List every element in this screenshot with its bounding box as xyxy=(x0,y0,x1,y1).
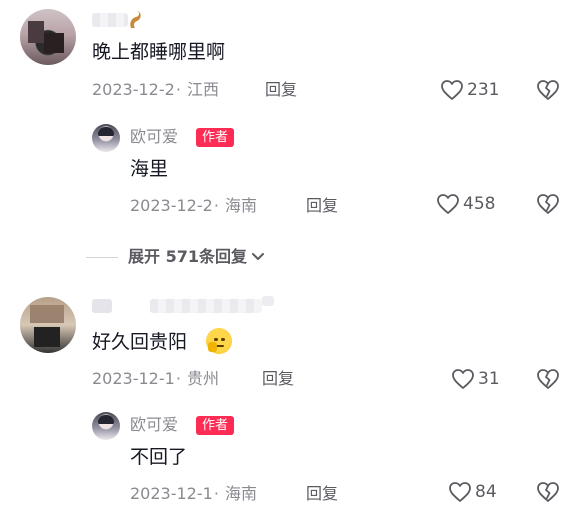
heart-outline-icon xyxy=(437,194,459,214)
reply-button[interactable]: 回复 xyxy=(306,484,338,504)
like-button[interactable]: 231 xyxy=(440,79,499,101)
dislike-button[interactable] xyxy=(536,79,560,101)
username-suffix-icon xyxy=(130,11,141,28)
reply-date: 2023-12-1 xyxy=(130,484,213,503)
reply-text: 海里 xyxy=(130,158,169,180)
commenter-avatar[interactable] xyxy=(20,9,76,65)
like-button[interactable]: 458 xyxy=(436,193,495,215)
broken-heart-icon xyxy=(537,80,559,100)
author-avatar[interactable] xyxy=(92,124,120,152)
like-count: 84 xyxy=(475,482,497,502)
author-avatar[interactable] xyxy=(92,412,120,440)
dislike-button[interactable] xyxy=(536,368,560,390)
reply-button[interactable]: 回复 xyxy=(306,196,338,216)
broken-heart-icon xyxy=(537,482,559,502)
thinking-face-emoji xyxy=(206,328,232,354)
reply-button[interactable]: 回复 xyxy=(262,369,294,389)
reply-meta: 2023-12-1· 海南 xyxy=(130,484,257,504)
commenter-name-blurred[interactable] xyxy=(92,13,128,27)
meta-separator: · xyxy=(175,369,181,388)
like-button[interactable]: 84 xyxy=(448,481,497,503)
author-badge: 作者 xyxy=(196,416,235,435)
commenter-avatar[interactable] xyxy=(20,297,76,353)
comment-text: 晚上都睡哪里啊 xyxy=(92,41,226,63)
heart-outline-icon xyxy=(452,369,474,389)
meta-separator: · xyxy=(213,196,219,215)
chevron-down-icon xyxy=(251,253,264,260)
heart-outline-icon xyxy=(441,80,463,100)
broken-heart-icon xyxy=(537,369,559,389)
dislike-button[interactable] xyxy=(536,193,560,215)
broken-heart-icon xyxy=(537,194,559,214)
reply-date: 2023-12-2 xyxy=(130,196,213,215)
like-count: 458 xyxy=(463,194,496,214)
expand-divider xyxy=(86,256,118,258)
comment-date: 2023-12-1 xyxy=(92,369,175,388)
reply-meta: 2023-12-2· 海南 xyxy=(130,196,257,216)
reply-button[interactable]: 回复 xyxy=(265,80,297,100)
author-badge: 作者 xyxy=(196,128,235,147)
expand-replies-label: 展开 571条回复 xyxy=(128,247,247,266)
meta-separator: · xyxy=(213,484,219,503)
reply-author-name[interactable]: 欧可爱 xyxy=(130,415,178,435)
heart-outline-icon xyxy=(449,482,471,502)
commenter-name-blurred[interactable] xyxy=(92,299,112,313)
dislike-button[interactable] xyxy=(536,481,560,503)
comment-location: 江西 xyxy=(187,80,220,99)
comment-meta: 2023-12-2· 江西 xyxy=(92,80,219,100)
comment-text: 好久回贵阳 xyxy=(92,330,187,354)
meta-separator: · xyxy=(175,80,181,99)
reply-text: 不回了 xyxy=(130,446,188,468)
comment-location: 贵州 xyxy=(187,369,220,388)
expand-replies-button[interactable]: 展开 571条回复 xyxy=(86,247,265,267)
like-button[interactable]: 31 xyxy=(451,368,500,390)
comment-meta: 2023-12-1· 贵州 xyxy=(92,369,219,389)
reply-author-name[interactable]: 欧可爱 xyxy=(130,127,178,147)
like-count: 231 xyxy=(467,80,500,100)
commenter-name-blurred xyxy=(150,299,262,313)
commenter-name-blurred xyxy=(262,296,274,306)
comment-text-content: 好久回贵阳 xyxy=(92,331,188,353)
reply-location: 海南 xyxy=(225,196,258,215)
reply-location: 海南 xyxy=(225,484,258,503)
comment-date: 2023-12-2 xyxy=(92,80,175,99)
like-count: 31 xyxy=(478,369,500,389)
